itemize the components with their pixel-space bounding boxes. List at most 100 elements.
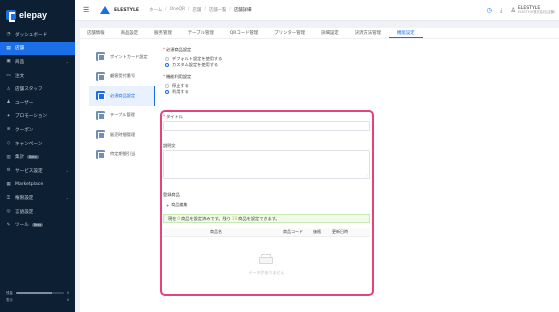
sidebar-item-label: 言語設定 <box>15 209 34 215</box>
sidebar-item[interactable]: ▦ Marketplace <box>0 178 75 192</box>
radio-option[interactable]: カスタム設定を使用する <box>165 62 553 68</box>
tab[interactable]: テーブル管理 <box>180 28 222 38</box>
sidebar-item[interactable]: ✦ プロモーション <box>0 110 75 124</box>
menu-toggle-icon[interactable]: ☰ <box>83 6 91 14</box>
description-textarea[interactable]: ⟋ <box>163 150 370 179</box>
subnav-item-label: 必須商品設定 <box>110 92 136 98</box>
edit-products-button[interactable]: + 商品編集 <box>166 202 187 208</box>
radio-button[interactable] <box>165 63 169 67</box>
sidebar-item[interactable]: ♙ 店舗スタッフ <box>0 82 75 96</box>
sidebar-item[interactable]: ▤ 店舗 <box>0 41 75 56</box>
sidebar-item[interactable]: ◎ 言語設定 <box>0 205 75 219</box>
breadcrumb-item[interactable]: 店舗一覧 <box>209 7 227 13</box>
column-price: 価格 <box>313 229 321 234</box>
mode-label: *必須商品設定 <box>163 47 192 52</box>
radio-button[interactable] <box>165 57 169 61</box>
user-org: ELESTYLE株式会社(店舗) <box>517 10 555 15</box>
lock-icon: ⚿ <box>6 195 11 201</box>
radio-option[interactable]: 利用する <box>165 89 553 95</box>
brand-logo[interactable]: elepay <box>0 0 75 24</box>
sidebar-usage: 残量 0 表示 0 <box>6 290 69 303</box>
shop-name: ELESTYLE <box>114 7 140 13</box>
sidebar-item-label: キャンペーン <box>15 141 43 147</box>
tab[interactable]: プリンター管理 <box>266 28 313 38</box>
feature-icon <box>96 149 105 159</box>
subnav-item[interactable]: ポイントカード設定 <box>89 47 155 67</box>
beta-badge: Beta <box>31 223 44 228</box>
feature-icon <box>96 130 105 140</box>
sidebar-item-label: ツール <box>15 223 29 229</box>
breadcrumb-item[interactable]: 店舗 <box>193 7 202 13</box>
mode-radio-group: デフォルト設定を使用する カスタム設定を使用する <box>163 56 553 68</box>
sidebar-item-label: 店舗スタッフ <box>15 87 43 93</box>
sidebar-item[interactable]: ◔ ダッシュボード <box>0 28 75 42</box>
clock-icon[interactable]: ◷ <box>487 7 492 14</box>
tab[interactable]: 商品設定 <box>113 28 147 38</box>
subnav-item[interactable]: 販売時間管理 <box>89 125 155 145</box>
selected-count: 0 <box>177 216 181 221</box>
subnav-item[interactable]: 特定期間引当 <box>89 145 155 165</box>
products-table-header: 商品名 商品コード 価格 更新日時 <box>163 228 370 237</box>
sidebar-nav: ◔ ダッシュボード ▤ 店舗 ▣ 商品 ⌄ ▭ 注文 ♙ 店舗スタッフ ♟ ユーザー ✦ プロモーション ⊛ ク… <box>0 28 75 232</box>
subnav-item[interactable]: 必須商品設定 <box>89 86 155 106</box>
coupon-icon: ⊛ <box>6 127 11 133</box>
elepay-logo-icon <box>6 10 16 22</box>
breadcrumb-item[interactable]: OneQR <box>170 7 185 13</box>
chevron-down-icon: ⌄ <box>65 195 69 201</box>
tab[interactable]: QRコード管理 <box>222 28 266 38</box>
feature-icon <box>96 110 105 120</box>
sidebar-item-label: プロモーション <box>15 114 48 120</box>
title-input[interactable] <box>163 121 370 131</box>
radio-label: 利用する <box>172 89 189 94</box>
sidebar-item[interactable]: ▥ 集計 Beta <box>0 150 75 164</box>
sidebar-item-label: ユーザー <box>15 100 34 106</box>
usage-value-2: 0 <box>66 297 69 302</box>
usage-setting-label: *機能利用設定 <box>163 74 192 79</box>
download-icon[interactable]: ⤓ <box>500 7 503 15</box>
sidebar-item[interactable]: ◇ キャンペーン <box>0 137 75 151</box>
column-product-code: 商品コード <box>283 229 303 234</box>
feature-subnav: ポイントカード設定 顧客受付番号必須商品設定テーブル管理 販売時間管理 特定期間引当 <box>89 47 155 164</box>
column-product-name: 商品名 <box>210 229 222 234</box>
chevron-down-icon: ⌄ <box>65 168 69 174</box>
tab[interactable]: 機能設定 <box>388 28 423 38</box>
sidebar-item[interactable]: ♟ ユーザー <box>0 96 75 110</box>
sidebar-item-label: 注文 <box>15 73 25 79</box>
plus-icon: + <box>166 202 170 208</box>
resize-handle-icon[interactable]: ⟋ <box>365 174 368 178</box>
user-menu[interactable]: ♙ ELESTYLE ELESTYLE株式会社(店舗) <box>510 6 555 15</box>
sidebar-item[interactable]: ⚿ 権限設定 ⌄ <box>0 191 75 205</box>
tab[interactable]: 服务管理 <box>146 28 180 38</box>
breadcrumb-item[interactable]: ホーム <box>149 7 162 13</box>
sidebar-item[interactable]: ▭ 注文 <box>0 69 75 83</box>
subnav-item[interactable]: テーブル管理 <box>89 106 155 126</box>
sidebar-item[interactable]: ⊛ クーポン <box>0 123 75 137</box>
top-header: ☰ ELESTYLE ホーム / OneQR / 店舗 / 店舗一覧 / 店舗詳細 ◷ ⤓ ♙ … <box>75 0 559 21</box>
chevron-down-icon: ⌄ <box>65 59 69 65</box>
tab[interactable]: 詳細設定 <box>313 28 347 38</box>
empty-text: データがありません <box>248 270 285 275</box>
subnav-item[interactable]: 顧客受付番号 <box>89 67 155 87</box>
breadcrumb-separator: / <box>229 7 231 12</box>
staff-icon: ♙ <box>6 86 11 92</box>
radio-button[interactable] <box>165 90 169 94</box>
radio-label: カスタム設定を使用する <box>172 62 219 67</box>
highlight-frame <box>160 110 374 296</box>
brand-name: elepay <box>19 10 48 20</box>
radio-button[interactable] <box>165 84 169 88</box>
sidebar-item[interactable]: ✎ ツール Beta <box>0 218 75 232</box>
sidebar-item[interactable]: ⚙ サービス設定 ⌄ <box>0 164 75 178</box>
tab[interactable]: 決済方法管理 <box>347 28 389 38</box>
sidebar-item[interactable]: ▣ 商品 ⌄ <box>0 55 75 69</box>
wrench-icon: ✎ <box>6 222 11 228</box>
breadcrumb-separator: / <box>188 7 190 12</box>
sidebar-item-label: 権限設定 <box>15 195 34 201</box>
breadcrumb-separator: / <box>165 7 167 12</box>
promo-icon: ✦ <box>6 113 11 119</box>
header-actions: ◷ ⤓ ♙ ELESTYLE ELESTYLE株式会社(店舗) <box>487 0 555 21</box>
sidebar-item-label: Marketplace <box>15 181 44 187</box>
tab[interactable]: 店舗情報 <box>80 28 113 38</box>
form-area: *必須商品設定 デフォルト設定を使用する カスタム設定を使用する *機能利用設定 … <box>163 47 553 95</box>
sidebar-item-label: 商品 <box>15 59 25 65</box>
empty-box-icon <box>259 254 273 264</box>
